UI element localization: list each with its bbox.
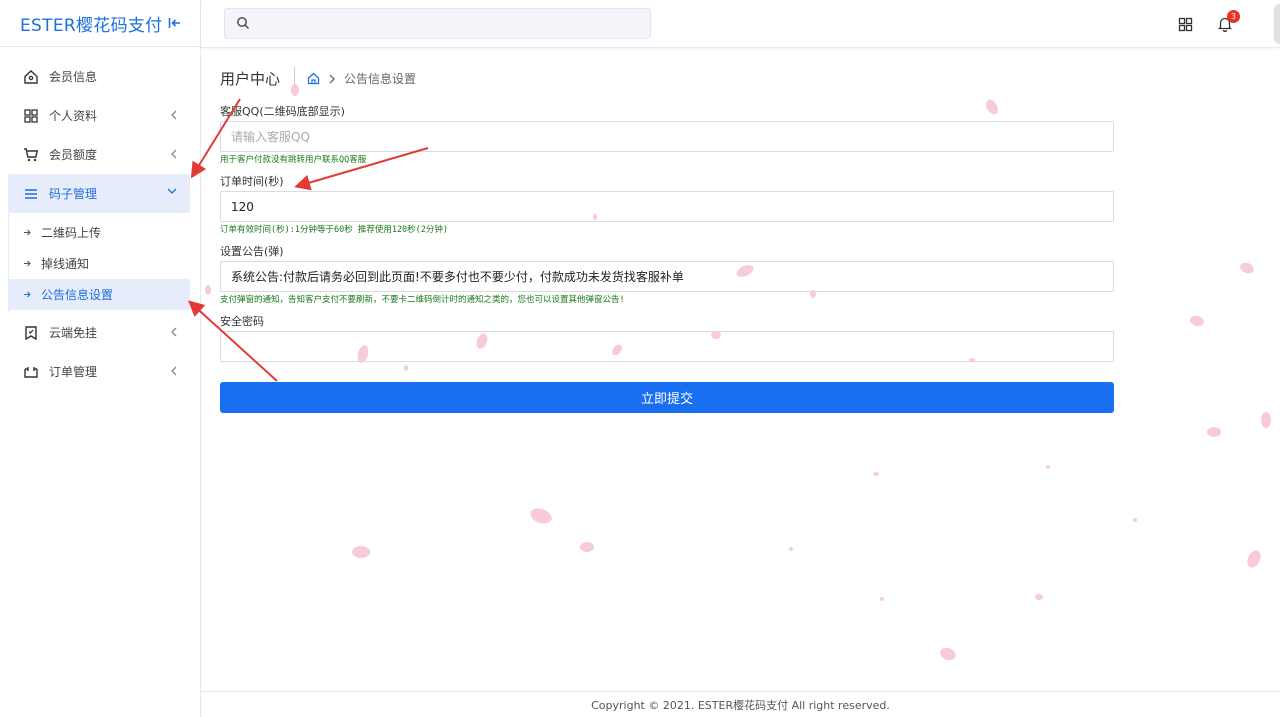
submenu-item-qr-upload[interactable]: 二维码上传 bbox=[9, 217, 190, 248]
order-time-label: 订单时间(秒) bbox=[220, 175, 284, 188]
notice-input[interactable] bbox=[220, 261, 1114, 292]
chevron-down-icon bbox=[166, 187, 178, 195]
home-icon bbox=[22, 68, 39, 85]
notice-label: 设置公告(弹) bbox=[220, 245, 284, 258]
page-title: 用户中心 bbox=[220, 70, 281, 88]
qq-group: 客服QQ(二维码底部显示) 用于客户付款没有跳转用户联系QQ客服 bbox=[220, 104, 1114, 167]
sidebar-nav: 会员信息 个人资料 会员额度 码子管理 二维码上传 掉线通知 公告信息设置 云端… bbox=[0, 47, 200, 391]
bookmark-icon bbox=[22, 324, 39, 341]
sidebar-item-cloud-hosting[interactable]: 云端免挂 bbox=[0, 313, 200, 352]
sidebar-item-quota[interactable]: 会员额度 bbox=[0, 135, 200, 174]
search-box[interactable] bbox=[224, 8, 651, 39]
sidebar-item-label: 会员额度 bbox=[49, 148, 98, 162]
footer: Copyright © 2021. ESTER樱花码支付 All right r… bbox=[201, 691, 1280, 717]
brand-logo[interactable]: ESTER樱花码支付 bbox=[0, 0, 200, 47]
password-label: 安全密码 bbox=[220, 315, 264, 328]
submenu-item-label: 二维码上传 bbox=[41, 226, 102, 240]
chevron-right-icon bbox=[328, 73, 336, 85]
chevron-left-icon bbox=[170, 326, 178, 338]
chevron-left-icon bbox=[170, 365, 178, 377]
chevron-left-icon bbox=[170, 109, 178, 121]
qq-label: 客服QQ(二维码底部显示) bbox=[220, 105, 345, 118]
arrow-right-icon bbox=[23, 228, 33, 237]
announcement-form: 客服QQ(二维码底部显示) 用于客户付款没有跳转用户联系QQ客服 订单时间(秒)… bbox=[220, 104, 1114, 413]
top-right-actions: 3 bbox=[1170, 0, 1280, 48]
sidebar-item-label: 会员信息 bbox=[49, 70, 98, 84]
sidebar-item-profile[interactable]: 个人资料 bbox=[0, 96, 200, 135]
submenu-item-announcement-settings[interactable]: 公告信息设置 bbox=[9, 279, 190, 310]
copyright-text: Copyright © 2021. ESTER樱花码支付 All right r… bbox=[591, 699, 890, 712]
notification-button[interactable]: 3 bbox=[1210, 9, 1240, 39]
submit-button[interactable]: 立即提交 bbox=[220, 382, 1114, 413]
header-divider bbox=[294, 67, 296, 90]
qq-hint: 用于客户付款没有跳转用户联系QQ客服 bbox=[220, 155, 367, 165]
chevron-left-icon bbox=[170, 148, 178, 160]
sidebar: ESTER樱花码支付 会员信息 个人资料 会员额度 码子管理 二维码上传 掉线通… bbox=[0, 0, 201, 717]
avatar[interactable] bbox=[1274, 4, 1280, 44]
arrow-right-icon bbox=[23, 259, 33, 268]
submenu-item-label: 公告信息设置 bbox=[41, 288, 114, 302]
arrow-right-icon bbox=[23, 290, 33, 299]
notice-hint: 支付弹窗的通知，告知客户支付不要刷新，不要卡二维码倒计时的通知之类的，您也可以设… bbox=[220, 295, 625, 305]
apps-grid-icon[interactable] bbox=[1170, 9, 1200, 39]
order-time-hint: 订单有效时间(秒):1分钟等于60秒 推荐使用120秒(2分钟) bbox=[220, 225, 449, 235]
sidebar-item-label: 云端免挂 bbox=[49, 326, 98, 340]
grid-icon bbox=[22, 107, 39, 124]
box-icon bbox=[22, 363, 39, 380]
password-group: 安全密码 bbox=[220, 314, 1114, 362]
collapse-sidebar-icon[interactable] bbox=[168, 16, 182, 30]
sidebar-item-label: 订单管理 bbox=[49, 365, 98, 379]
top-bar: 3 bbox=[201, 0, 1280, 48]
menu-icon bbox=[22, 185, 39, 202]
page-header: 用户中心 公告信息设置 bbox=[220, 67, 416, 90]
notice-group: 设置公告(弹) 支付弹窗的通知，告知客户支付不要刷新，不要卡二维码倒计时的通知之… bbox=[220, 244, 1114, 307]
search-icon bbox=[236, 16, 250, 30]
main-content: 用户中心 公告信息设置 客服QQ(二维码底部显示) 用于客户付款没有跳转用户联系… bbox=[201, 48, 1280, 691]
cart-icon bbox=[22, 146, 39, 163]
submenu-item-label: 掉线通知 bbox=[41, 257, 90, 271]
order-time-group: 订单时间(秒) 订单有效时间(秒):1分钟等于60秒 推荐使用120秒(2分钟) bbox=[220, 174, 1114, 237]
breadcrumb-home-icon[interactable] bbox=[307, 72, 320, 85]
brand-title: ESTER樱花码支付 bbox=[20, 15, 163, 36]
sidebar-item-code-management[interactable]: 码子管理 bbox=[8, 174, 190, 213]
order-time-input[interactable] bbox=[220, 191, 1114, 222]
submenu-item-offline-notice[interactable]: 掉线通知 bbox=[9, 248, 190, 279]
qq-input[interactable] bbox=[220, 121, 1114, 152]
sidebar-item-order-management[interactable]: 订单管理 bbox=[0, 352, 200, 391]
submenu-code-management: 二维码上传 掉线通知 公告信息设置 bbox=[8, 213, 190, 313]
notification-badge: 3 bbox=[1227, 10, 1240, 23]
sidebar-item-label: 码子管理 bbox=[49, 187, 98, 201]
sidebar-item-member-info[interactable]: 会员信息 bbox=[0, 57, 200, 96]
password-input[interactable] bbox=[220, 331, 1114, 362]
sidebar-item-label: 个人资料 bbox=[49, 109, 98, 123]
breadcrumb-current: 公告信息设置 bbox=[344, 72, 417, 86]
